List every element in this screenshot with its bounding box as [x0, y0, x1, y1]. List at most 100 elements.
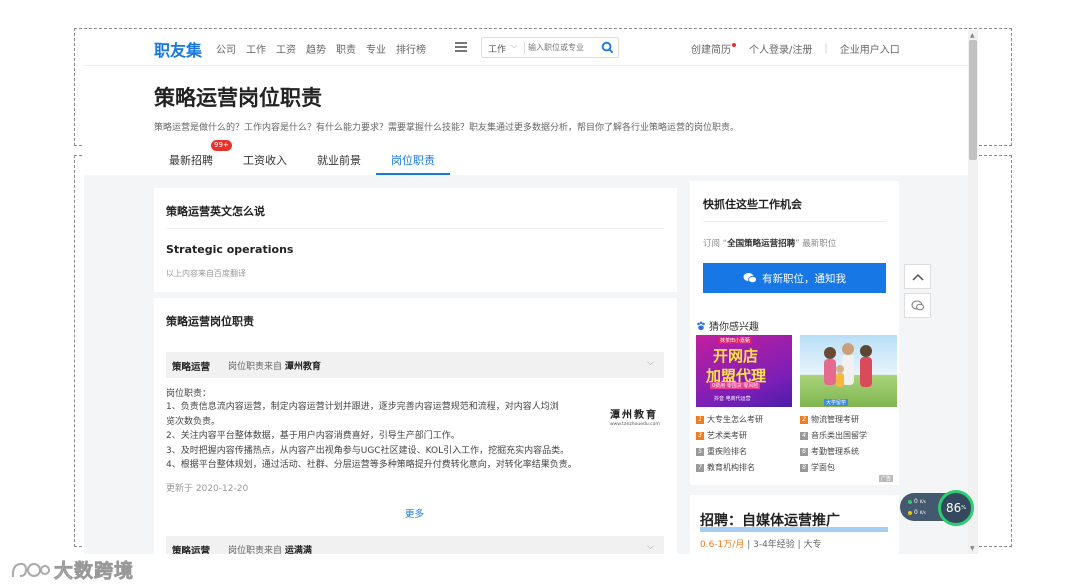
tab-bar: 最新招聘 99+ 工资收入 就业前景 岗位职责 — [154, 140, 450, 175]
company-name[interactable]: 运满满 — [285, 546, 312, 554]
nav-ranking[interactable]: 排行榜 — [396, 41, 426, 56]
site-logo[interactable]: 职友集 — [154, 37, 202, 61]
watermark-icon — [11, 562, 50, 577]
chevron-down-icon[interactable]: ⌵ — [647, 542, 654, 552]
english-name: Strategic operations — [166, 243, 294, 256]
company-name[interactable]: 潭州教育 — [285, 362, 321, 372]
list-item[interactable]: 6 考勤管理系统 — [800, 446, 896, 457]
search-type-select[interactable]: 工作 — [488, 42, 506, 55]
subscribe-card: 快抓住这些工作机会 订阅 “全国策略运营招聘” 最新职位 有新职位，通知我 — [690, 181, 899, 317]
duty-list: 1、负责信息流内容运营，制定内容运营计划并跟进，逐步完善内容运营规范和流程，对内… — [166, 400, 606, 473]
tab-duties[interactable]: 岗位职责 — [376, 146, 450, 175]
card-title: 策略运营岗位职责 — [166, 315, 254, 328]
tab-latest-jobs[interactable]: 最新招聘 99+ — [154, 140, 232, 175]
page-description: 策略运营是做什么的？工作内容是什么？有什么能力要求？需要掌握什么技能？职友集通过… — [154, 123, 740, 133]
card-title: 策略运营英文怎么说 — [166, 205, 265, 218]
job-ad-card[interactable]: 招聘：自媒体运营推广 0.6-1万/月 | 3-4年经验 | 大专 — [690, 495, 899, 554]
promo-banner-family[interactable]: 大学留学 — [800, 335, 897, 407]
duty-source-header[interactable]: 策略运营 岗位职责来自 潭州教育 ⌵ — [166, 352, 664, 378]
company-logo: 潭州教育 www.tanzhouedu.com — [610, 410, 660, 427]
duty-heading: 岗位职责： — [166, 389, 212, 399]
list-item[interactable]: 8 学面包 — [800, 462, 896, 473]
duty-item: 2、关注内容平台整体数据，基于用户内容消费喜好，引导生产部门工作。 — [166, 431, 460, 442]
job-meta: 0.6-1万/月 | 3-4年经验 | 大专 — [700, 540, 822, 550]
interest-heading: 猜你感兴趣 — [696, 318, 759, 333]
duty-item: 览次数负责。 — [166, 416, 221, 427]
login-link[interactable]: 个人登录/注册 — [749, 41, 812, 56]
main-nav: 公司 工作 工资 趋势 职责 专业 排行榜 — [216, 41, 426, 56]
network-monitor-widget[interactable]: 0 K/s 0 K/s 86% — [900, 490, 976, 526]
list-item[interactable]: 3 艺术类考研 — [696, 430, 800, 441]
tab-salary[interactable]: 工资收入 — [228, 146, 302, 175]
nav-company[interactable]: 公司 — [216, 41, 236, 56]
chat-bubble-icon — [911, 300, 924, 310]
watermark-logo: 大数跨境 — [10, 556, 134, 583]
list-item[interactable]: 1 大专生怎么考研 — [696, 414, 800, 425]
duty-item: 3、及时把握内容传播热点，从内容产出视角参与UGC社区建设、KOL引入工作，挖掘… — [166, 445, 570, 456]
create-resume-link[interactable]: 创建简历 — [691, 41, 731, 56]
list-item[interactable]: 2 物流管理考研 — [800, 414, 896, 425]
chevron-down-icon[interactable]: ⌵ — [647, 358, 654, 368]
watermark-text: 大数跨境 — [54, 560, 135, 583]
subscribe-text: 订阅 “全国策略运营招聘” 最新职位 — [703, 239, 837, 249]
nav-salary[interactable]: 工资 — [276, 41, 296, 56]
nav-major[interactable]: 专业 — [366, 41, 386, 56]
divider — [166, 228, 664, 229]
scroll-up-arrow-icon[interactable]: ▲ — [970, 32, 975, 39]
notification-dot — [732, 42, 736, 47]
download-speed: 0 K/s — [908, 509, 926, 516]
upload-speed: 0 K/s — [908, 498, 926, 505]
interest-card: 猜你感兴趣 抹茶田小嘉甄 开网店 加盟代理 0费用 零囤货 零风险 抖音 电商代… — [690, 313, 899, 485]
translation-card: 策略运营英文怎么说 Strategic operations 以上内容来自百度翻… — [154, 188, 677, 292]
promo-banner-shop[interactable]: 抹茶田小嘉甄 开网店 加盟代理 0费用 零囤货 零风险 抖音 电商代运营 — [696, 335, 792, 407]
tab-label: 最新招聘 — [169, 154, 213, 167]
divider — [703, 221, 886, 222]
interest-list: 1 大专生怎么考研 2 物流管理考研 3 艺术类考研 4 音乐类出国留学 5 重疾险排名 … — [696, 414, 896, 473]
usage-percent: 86% — [938, 490, 974, 526]
paw-icon — [697, 321, 705, 330]
scroll-down-arrow-icon[interactable]: ▼ — [970, 545, 975, 552]
site-header: 职友集 公司 工作 工资 趋势 职责 专业 排行榜 工作 ⌵ 创建简历 个人登录… — [84, 30, 968, 66]
duty-role: 策略运营 — [172, 546, 211, 554]
job-title[interactable]: 招聘：自媒体运营推广 — [700, 510, 840, 530]
button-label: 有新职位，通知我 — [762, 272, 846, 285]
more-link[interactable]: 更多 — [405, 506, 424, 520]
duty-source-header[interactable]: 策略运营 岗位职责来自 运满满 ⌵ — [166, 536, 664, 554]
duty-source: 岗位职责来自 潭州教育 — [228, 362, 321, 372]
translation-source: 以上内容来自百度翻译 — [166, 269, 246, 278]
chevron-up-icon — [911, 273, 924, 281]
chevron-down-icon[interactable]: ⌵ — [511, 41, 517, 51]
ad-label: 广告 — [878, 475, 893, 482]
title-band: 策略运营岗位职责 策略运营是做什么的？工作内容是什么？有什么能力要求？需要掌握什… — [84, 66, 968, 175]
feedback-button[interactable] — [904, 293, 931, 318]
card-title: 快抓住这些工作机会 — [703, 198, 802, 211]
family-photo — [824, 343, 872, 387]
updated-date: 更新于 2020-12-20 — [166, 484, 249, 494]
list-item[interactable]: 4 音乐类出国留学 — [800, 430, 896, 441]
nav-trend[interactable]: 趋势 — [306, 41, 326, 56]
header-separator: | — [824, 43, 828, 54]
scrollbar-thumb[interactable] — [969, 40, 977, 160]
duty-role: 策略运营 — [172, 362, 211, 373]
back-to-top-button[interactable] — [904, 264, 931, 289]
nav-duties[interactable]: 职责 — [336, 41, 356, 56]
page-viewport: 职友集 公司 工作 工资 趋势 职责 专业 排行榜 工作 ⌵ 创建简历 个人登录… — [84, 30, 968, 554]
search-box: 工作 ⌵ — [481, 37, 619, 58]
search-divider — [524, 42, 525, 54]
list-item[interactable]: 7 教育机构排名 — [696, 462, 800, 473]
search-icon[interactable] — [601, 41, 614, 54]
search-input[interactable] — [528, 40, 596, 55]
tab-prospects[interactable]: 就业前景 — [302, 146, 376, 175]
list-item[interactable]: 5 重疾险排名 — [696, 446, 800, 457]
duty-source: 岗位职责来自 运满满 — [228, 546, 312, 554]
nav-jobs[interactable]: 工作 — [246, 41, 266, 56]
page-title: 策略运营岗位职责 — [154, 86, 322, 110]
menu-icon[interactable] — [455, 42, 467, 52]
enterprise-link[interactable]: 企业用户入口 — [840, 41, 900, 56]
duty-item: 4、根据平台整体规划，通过活动、社群、分层运营等多种策略提升付费转化意向，对转化… — [166, 460, 577, 471]
duty-item: 1、负责信息流内容运营，制定内容运营计划并跟进，逐步完善内容运营规范和流程，对内… — [166, 402, 559, 412]
notify-me-button[interactable]: 有新职位，通知我 — [703, 263, 886, 293]
header-user-links: 创建简历 个人登录/注册 | 企业用户入口 — [691, 41, 900, 56]
wechat-icon — [743, 273, 757, 284]
salary: 0.6-1万/月 — [700, 540, 745, 550]
